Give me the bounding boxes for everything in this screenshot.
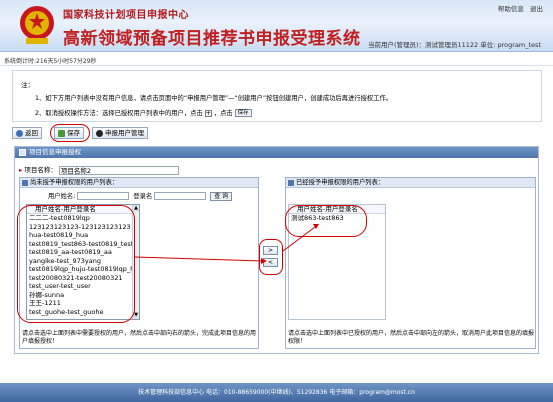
page-footer: 技术管理科技部信息中心 电话：010-88659000(中继线)、5129283… — [0, 383, 553, 402]
user-gear-icon — [96, 129, 103, 137]
back-arrow-icon — [16, 129, 23, 137]
countdown-timer: 系统倒计时:216天5小时57分29秒 — [4, 58, 97, 65]
note-line-2: 2、取消授权操作方法：选择已授权用户列表中的用户，点击 + ，点击 保存 — [35, 108, 252, 117]
authorization-panel: 项目信息申报授权 ▸ 项目名称： 项目名称2 尚未授予申报权限的用户列表： 用户… — [14, 146, 539, 354]
note-line-2-text-b: ，点击 — [213, 110, 233, 117]
back-button[interactable]: 返回 — [12, 127, 42, 139]
note-line-2-text-a: 2、取消授权操作方法：选择已授权用户列表中的用户，点击 — [35, 110, 203, 117]
plus-icon: + — [204, 109, 212, 117]
org-name: 国家科技计划项目申报中心 — [63, 10, 189, 21]
current-user-info: 当前用户(管理员)：测试管理员11122 单位: program_test — [367, 41, 541, 49]
note-line-1: 1、如下方用户列表中没有用户信息，请点击页面中的“申报用户管理”—“创建用户”按… — [35, 95, 393, 102]
app-header: 国家科技计划项目申报中心 高新领域预备项目推荐书申报受理系统 帮助信息 退出 当… — [0, 0, 553, 52]
note-intro: 注： — [21, 81, 34, 89]
instructions-note: 注： 1、如下方用户列表中没有用户信息，请点击页面中的“申报用户管理”—“创建用… — [12, 70, 542, 122]
user-management-button[interactable]: 申报用户管理 — [92, 127, 148, 139]
note-save-sample-button: 保存 — [234, 109, 252, 117]
system-title: 高新领域预备项目推荐书申报受理系统 — [63, 29, 361, 49]
back-label: 返回 — [25, 129, 38, 137]
save-highlight-circle — [50, 124, 90, 142]
annotation-arrows — [134, 224, 319, 264]
header-links: 帮助信息 退出 — [494, 3, 543, 13]
user-management-label: 申报用户管理 — [105, 129, 144, 137]
logout-link[interactable]: 退出 — [530, 5, 543, 13]
national-emblem-icon — [20, 6, 54, 44]
status-bar: 系统倒计时:216天5小时57分29秒 — [0, 53, 553, 66]
help-link[interactable]: 帮助信息 — [498, 5, 524, 13]
